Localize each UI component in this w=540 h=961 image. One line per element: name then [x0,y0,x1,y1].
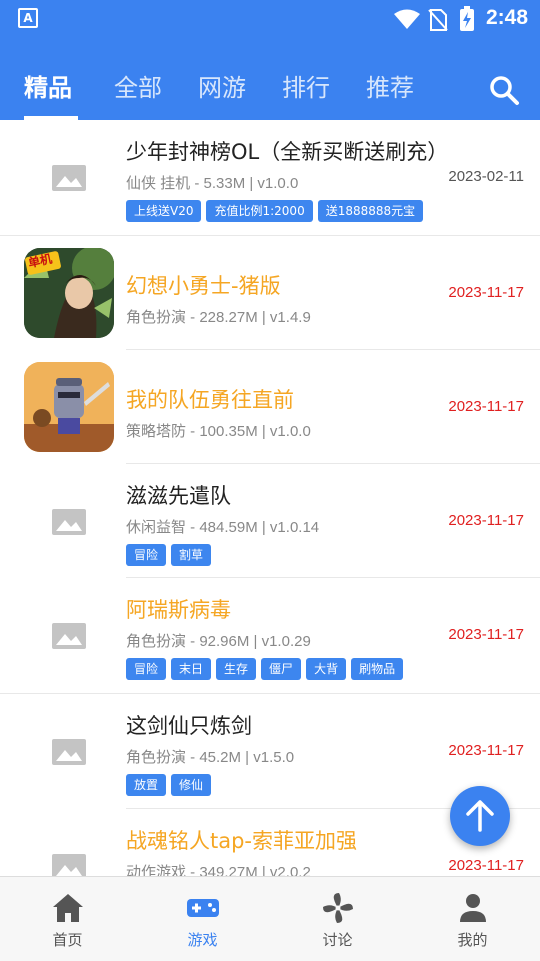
nav-home[interactable]: 首页 [0,877,135,961]
nav-label: 讨论 [322,931,353,949]
nav-label: 我的 [457,931,488,949]
game-meta: 动作游戏 - 349.27M | v2.0.2 [126,864,311,876]
app-badge-icon: A [18,8,38,28]
search-icon[interactable] [488,74,520,106]
tab-tuijian[interactable]: 推荐 [366,68,414,103]
list-item[interactable]: 阿瑞斯病毒 角色扮演 - 92.96M | v1.0.29 2023-11-17… [0,578,540,693]
tag: 修仙 [171,774,212,796]
tag: 生存 [216,658,257,680]
tag-list: 放置 修仙 [126,774,212,796]
pinwheel-icon [323,893,353,923]
game-title[interactable]: 幻想小勇士-猪版 [126,270,281,300]
game-title[interactable]: 滋滋先遣队 [126,480,231,510]
game-thumbnail-placeholder [24,706,114,796]
game-icon-art [24,362,114,452]
tag: 割草 [171,544,212,566]
gamepad-icon [187,899,219,917]
nav-discuss[interactable]: 讨论 [270,877,405,961]
home-icon [53,894,83,922]
bottom-navigation: 首页 游戏 讨论 我的 [0,876,540,961]
release-date: 2023-02-11 [448,168,524,185]
game-thumbnail-placeholder [24,821,114,876]
game-meta: 角色扮演 - 45.2M | v1.5.0 [126,749,295,766]
tag-list: 上线送V20 充值比例1:2000 送1888888元宝 [126,200,424,222]
game-thumbnail-placeholder [24,476,114,566]
tag: 充值比例1:2000 [206,200,313,222]
list-item[interactable]: 单机 幻想小勇士-猪版 角色扮演 - 228.27M | v1.4.9 2023… [0,236,540,350]
person-icon [460,894,486,922]
tab-wangyou[interactable]: 网游 [198,68,246,103]
battery-charging-icon [460,6,474,31]
wifi-icon [394,9,420,29]
tag: 冒险 [126,658,167,680]
game-meta: 仙侠 挂机 - 5.33M | v1.0.0 [126,175,299,192]
image-placeholder-icon [52,739,86,765]
game-list: 少年封神榜OL（全新买断送刷充） 仙侠 挂机 - 5.33M | v1.0.0 … [0,120,540,876]
tag-list: 冒险 末日 生存 僵尸 大背 刷物品 [126,658,404,680]
image-placeholder-icon [52,509,86,535]
game-title[interactable]: 战魂铭人tap-索菲亚加强 [126,825,357,855]
release-date: 2023-11-17 [448,626,524,643]
release-date: 2023-11-17 [448,284,524,301]
tag: 送1888888元宝 [317,200,424,222]
tab-jingpin[interactable]: 精品 [24,68,72,103]
tag: 上线送V20 [126,200,202,222]
game-thumbnail-placeholder [24,590,114,680]
nav-label: 游戏 [187,931,218,949]
image-placeholder-icon [52,623,86,649]
nav-games[interactable]: 游戏 [135,877,270,961]
tag-list: 冒险 割草 [126,544,212,566]
nav-profile[interactable]: 我的 [405,877,540,961]
game-thumbnail: 单机 [24,248,114,338]
game-meta: 角色扮演 - 92.96M | v1.0.29 [126,633,311,650]
nav-label: 首页 [52,931,83,949]
tag: 僵尸 [261,658,302,680]
tag: 冒险 [126,544,167,566]
game-meta: 角色扮演 - 228.27M | v1.4.9 [126,309,311,326]
image-placeholder-icon [52,854,86,876]
release-date: 2023-11-17 [448,857,524,874]
game-meta: 休闲益智 - 484.59M | v1.0.14 [126,519,320,536]
list-item[interactable]: 我的队伍勇往直前 策略塔防 - 100.35M | v1.0.0 2023-11… [0,350,540,464]
tab-paihang[interactable]: 排行 [282,68,330,103]
tag: 放置 [126,774,167,796]
list-item[interactable]: 滋滋先遣队 休闲益智 - 484.59M | v1.0.14 2023-11-1… [0,464,540,578]
list-item[interactable]: 少年封神榜OL（全新买断送刷充） 仙侠 挂机 - 5.33M | v1.0.0 … [0,120,540,235]
arrow-up-icon [466,800,494,832]
no-sim-icon [428,9,448,31]
status-bar: A 2:48 [0,0,540,40]
tag: 末日 [171,658,212,680]
game-meta: 策略塔防 - 100.35M | v1.0.0 [126,423,311,440]
tag: 刷物品 [351,658,404,680]
scroll-to-top-button[interactable] [450,786,510,846]
tab-quanbu[interactable]: 全部 [114,68,162,103]
game-thumbnail [24,362,114,452]
release-date: 2023-11-17 [448,512,524,529]
release-date: 2023-11-17 [448,742,524,759]
release-date: 2023-11-17 [448,398,524,415]
game-title[interactable]: 少年封神榜OL（全新买断送刷充） [126,136,448,166]
clock: 2:48 [485,6,528,29]
game-title[interactable]: 阿瑞斯病毒 [126,594,231,624]
game-title[interactable]: 这剑仙只炼剑 [126,710,252,740]
tag: 大背 [306,658,347,680]
top-tab-bar: 精品 全部 网游 排行 推荐 [0,40,540,120]
game-title[interactable]: 我的队伍勇往直前 [126,384,294,414]
image-placeholder-icon [52,165,86,191]
list-item[interactable]: 这剑仙只炼剑 角色扮演 - 45.2M | v1.5.0 2023-11-17 … [0,694,540,808]
game-thumbnail-placeholder [24,132,114,222]
